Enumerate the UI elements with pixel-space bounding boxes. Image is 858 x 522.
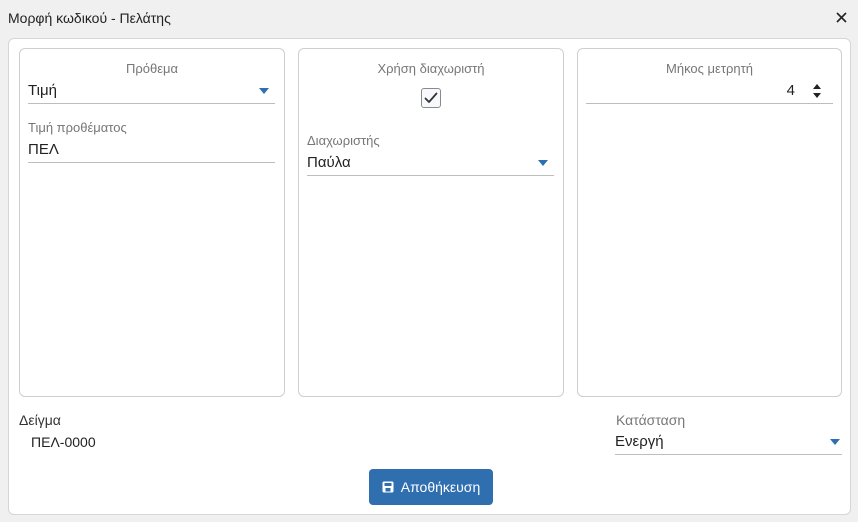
check-icon (424, 92, 438, 103)
prefix-value-text: ΠΕΛ (28, 141, 59, 158)
counter-length-label: Μήκος μετρητή (666, 61, 753, 76)
status-select[interactable]: Ενεργή (615, 431, 842, 455)
prefix-type-select[interactable]: Τιμή (28, 80, 275, 104)
use-separator-label: Χρήση διαχωριστή (377, 61, 485, 76)
counter-length-input[interactable]: 4 (586, 80, 833, 104)
title-bar: Μορφή κωδικού - Πελάτης (0, 0, 858, 36)
separator-value: Παύλα (307, 154, 351, 171)
close-icon (835, 11, 847, 23)
chevron-down-icon (830, 439, 840, 445)
increment-arrow[interactable] (813, 84, 821, 89)
prefix-label: Πρόθεμα (125, 61, 179, 76)
prefix-panel: Πρόθεμα Τιμή Τιμή προθέματος ΠΕΛ (19, 48, 285, 397)
close-button[interactable] (832, 8, 850, 26)
dialog-content: Πρόθεμα Τιμή Τιμή προθέματος ΠΕΛ Χρήση δ… (8, 38, 851, 515)
sample-label: Δείγμα (19, 412, 61, 428)
prefix-type-value: Τιμή (28, 82, 57, 99)
separator-label: Διαχωριστής (307, 133, 380, 148)
counter-panel: Μήκος μετρητή 4 (577, 48, 842, 397)
spinner-icon[interactable] (813, 82, 823, 100)
status-label: Κατάσταση (616, 412, 686, 428)
prefix-value-input[interactable]: ΠΕΛ (28, 139, 275, 163)
save-button[interactable]: Αποθήκευση (369, 469, 493, 505)
counter-length-value: 4 (786, 82, 795, 99)
chevron-down-icon (259, 88, 269, 94)
separator-panel: Χρήση διαχωριστή Διαχωριστής Παύλα (298, 48, 564, 397)
code-format-dialog: Μορφή κωδικού - Πελάτης Πρόθεμα Τιμή Τιμ… (0, 0, 858, 522)
save-button-label: Αποθήκευση (400, 479, 481, 495)
save-icon (382, 481, 394, 493)
separator-select[interactable]: Παύλα (307, 152, 554, 176)
status-value: Ενεργή (615, 433, 664, 450)
decrement-arrow[interactable] (813, 93, 821, 98)
chevron-down-icon (538, 160, 548, 166)
dialog-title: Μορφή κωδικού - Πελάτης (8, 10, 171, 26)
sample-value: ΠΕΛ-0000 (31, 434, 96, 450)
prefix-value-label: Τιμή προθέματος (28, 120, 127, 135)
use-separator-checkbox[interactable] (421, 88, 441, 108)
